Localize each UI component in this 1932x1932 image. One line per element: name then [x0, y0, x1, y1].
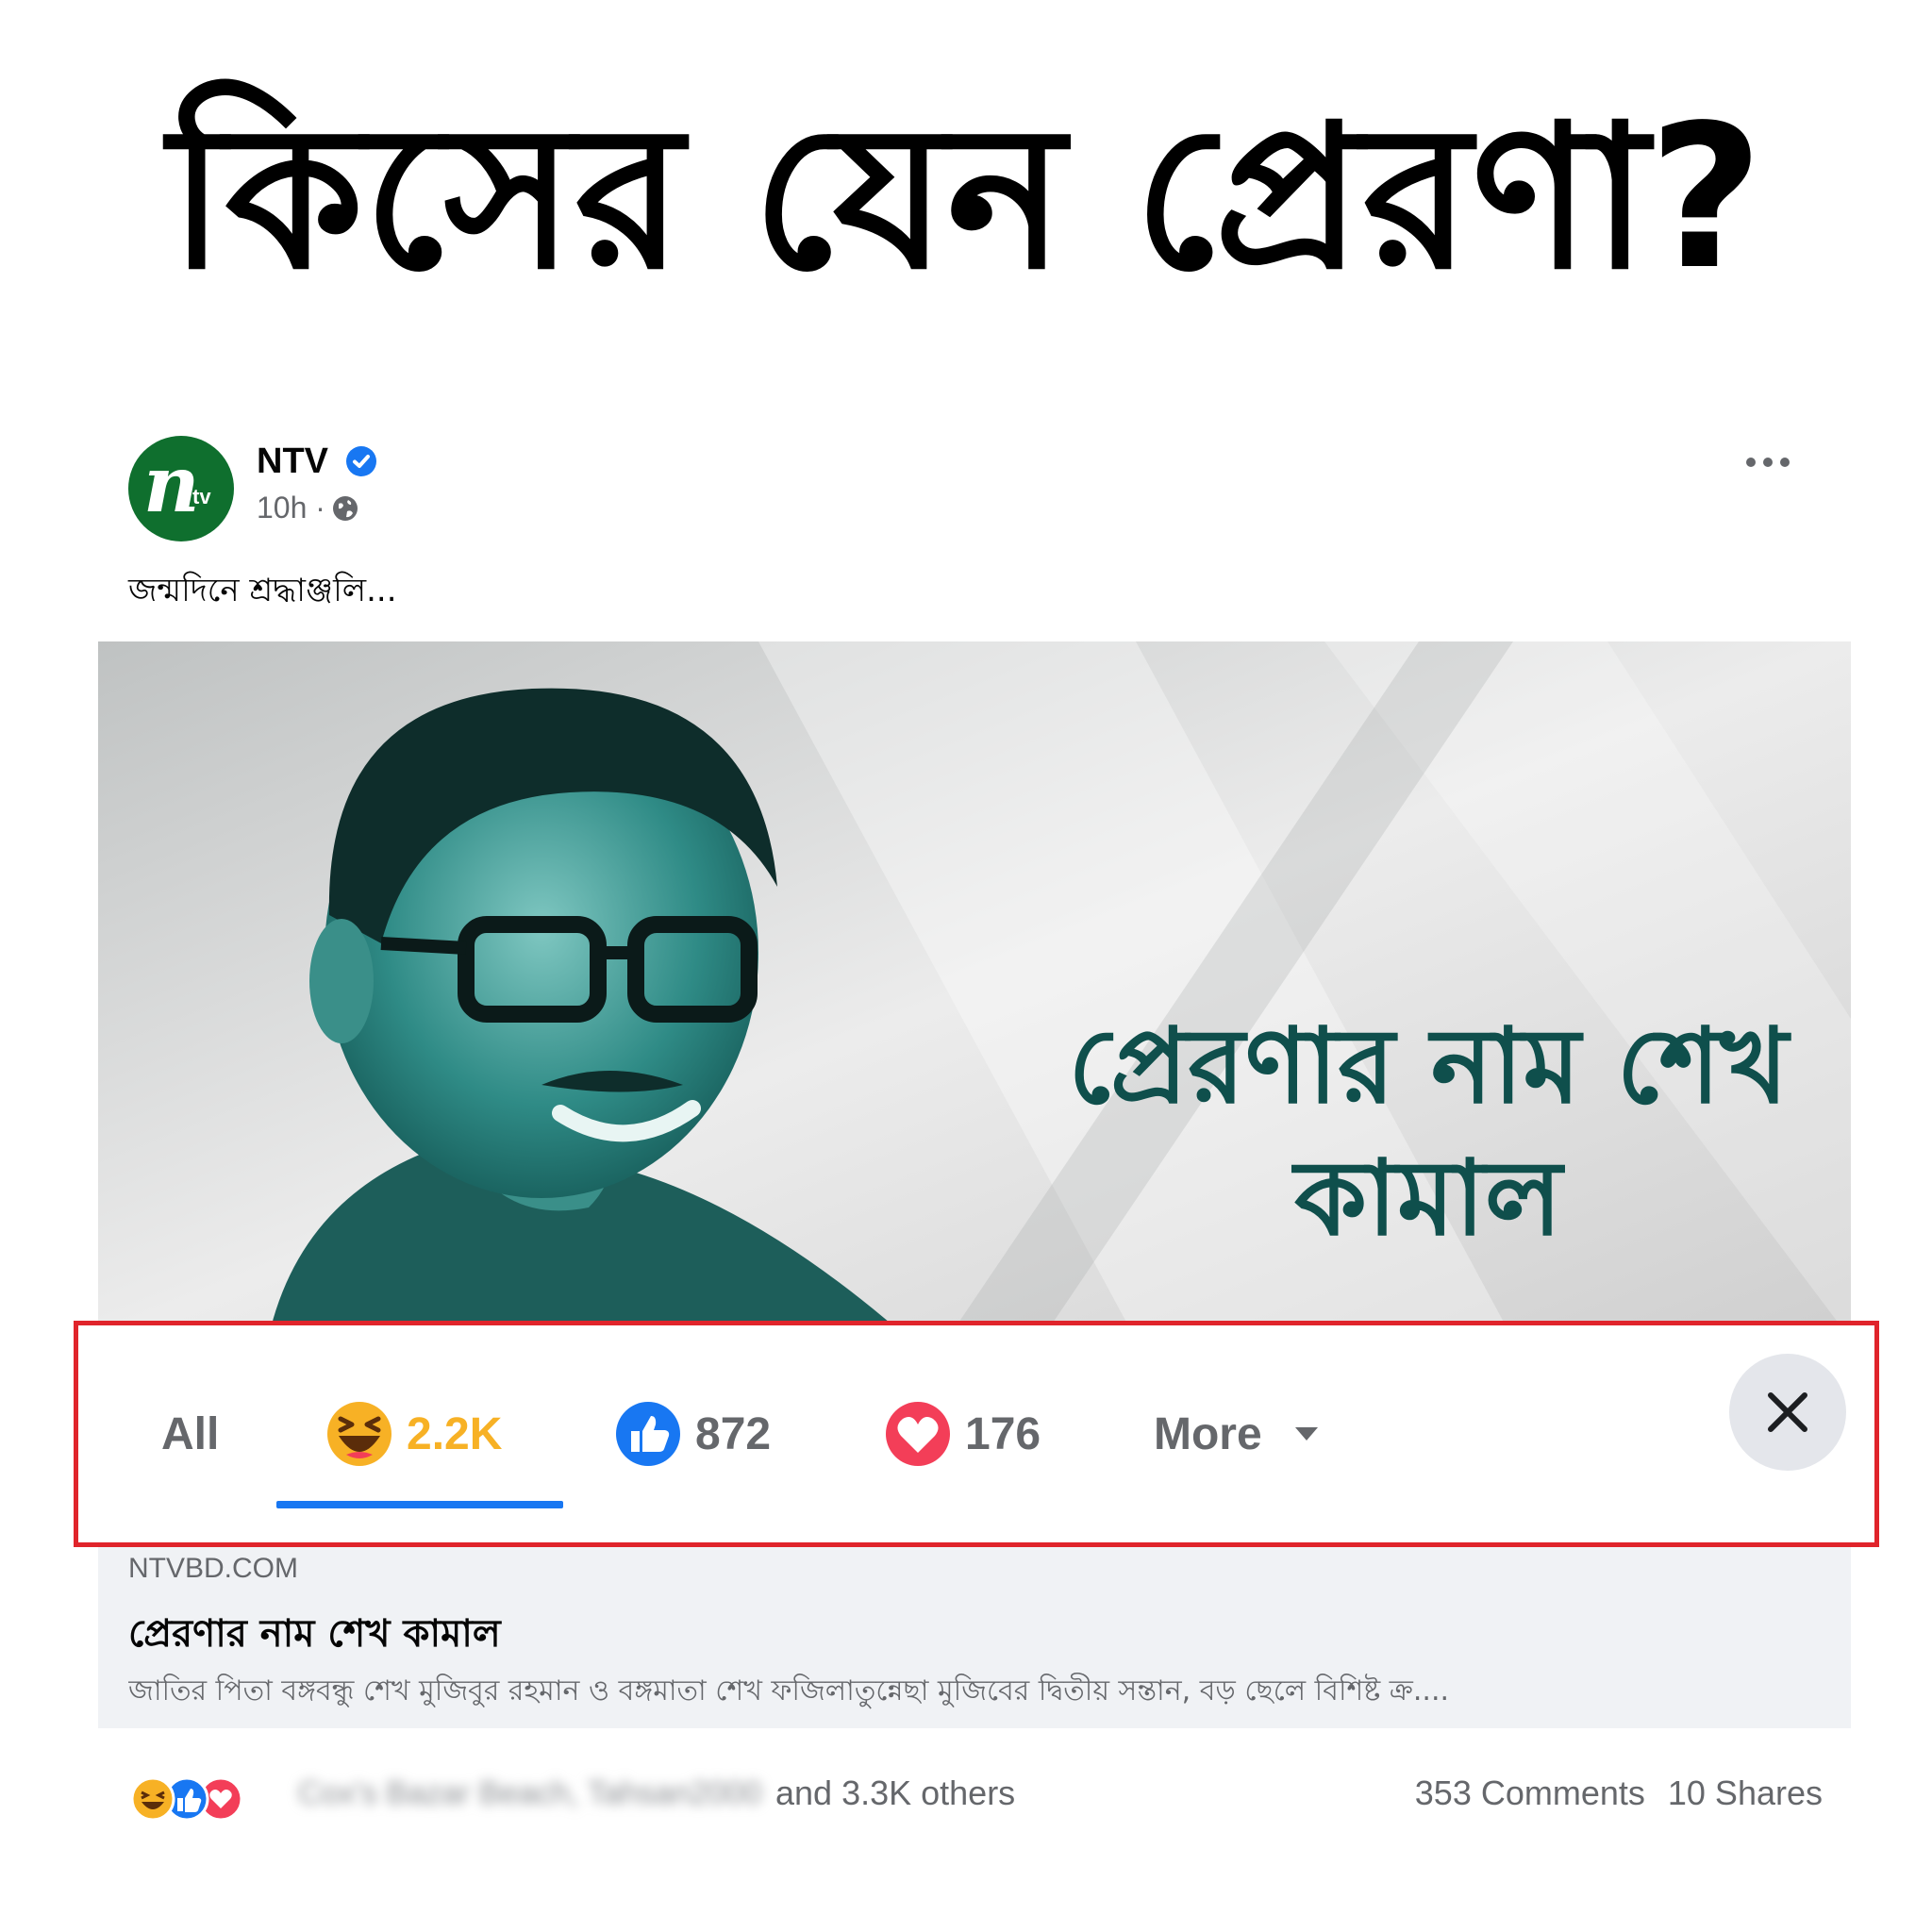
reactor-others[interactable]: and 3.3K others [775, 1774, 1015, 1813]
reactor-names[interactable]: Cox's Bazar Beach, Tahsan2000 [298, 1775, 762, 1812]
love-icon [886, 1402, 950, 1466]
tab-all[interactable]: All [161, 1325, 219, 1542]
post-time[interactable]: 10h · [257, 491, 325, 525]
reaction-summary-icon[interactable] [128, 1775, 242, 1823]
facebook-post: n tv NTV 10h · জন্মদিনে শ্রদ্ধাঞ্জলি... [98, 415, 1851, 1887]
link-description: জাতির পিতা বঙ্গবন্ধু শেখ মুজিবুর রহমান ও… [128, 1674, 1450, 1707]
tab-like[interactable]: 872 [614, 1325, 771, 1542]
post-caption: জন্মদিনে শ্রদ্ধাঞ্জলি... [128, 572, 397, 609]
globe-icon [332, 495, 358, 521]
close-button[interactable] [1729, 1354, 1846, 1471]
link-domain: NTVBD.COM [128, 1553, 298, 1584]
caret-down-icon [1294, 1427, 1318, 1441]
tab-like-count: 872 [695, 1408, 772, 1459]
tab-love-count: 176 [965, 1408, 1041, 1459]
tab-love[interactable]: 176 [884, 1325, 1041, 1542]
avatar-letter: n [143, 440, 200, 530]
post-meta: 10h · [257, 491, 359, 525]
shares-count[interactable]: 10 Shares [1668, 1774, 1823, 1813]
post-image[interactable]: প্রেরণার নাম শেখ কামাল [98, 641, 1851, 1340]
reactions-tab-bar: All 2.2K 872 176 More [74, 1321, 1879, 1547]
like-icon [616, 1402, 680, 1466]
link-title[interactable]: প্রেরণার নাম শেখ কামাল [128, 1604, 501, 1667]
avatar-sub: tv [192, 485, 211, 508]
verified-badge-icon [346, 446, 376, 476]
tab-haha[interactable]: 2.2K [325, 1325, 502, 1542]
page-name[interactable]: NTV [257, 441, 328, 482]
page-avatar[interactable]: n tv [128, 436, 234, 541]
tab-haha-count: 2.2K [407, 1408, 503, 1459]
more-options-icon[interactable] [1740, 443, 1796, 481]
engagement-counts: 353 Comments 10 Shares [1415, 1774, 1823, 1813]
active-tab-indicator [276, 1501, 563, 1508]
close-icon [1768, 1392, 1807, 1432]
post-footer: Cox's Bazar Beach, Tahsan2000 and 3.3K o… [98, 1755, 1851, 1840]
headline: কিসের যেন প্রেরণা? [168, 82, 1764, 313]
tab-all-label: All [161, 1408, 220, 1459]
tab-more[interactable]: More [1154, 1325, 1321, 1542]
comments-count[interactable]: 353 Comments [1415, 1774, 1645, 1813]
tab-more-label: More [1154, 1408, 1262, 1459]
haha-icon [327, 1402, 391, 1466]
image-overlay-title: প্রেরণার নাম শেখ কামাল [1068, 1006, 1789, 1258]
